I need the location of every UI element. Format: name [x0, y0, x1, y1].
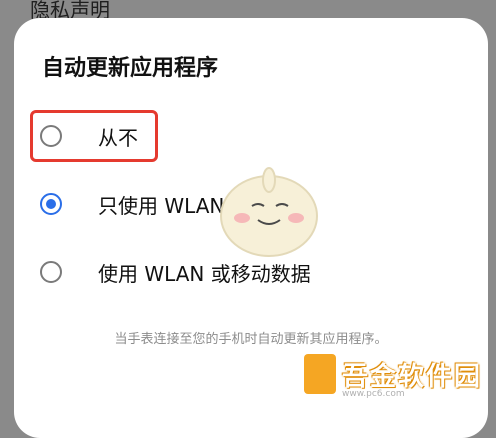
highlight-annotation-box	[30, 110, 158, 162]
mascot-sticker-icon	[220, 167, 318, 257]
radio-checked-icon[interactable]	[40, 193, 62, 215]
dialog-footnote: 当手表连接至您的手机时自动更新其应用程序。	[114, 332, 388, 347]
watermark-text: 吾金软件园	[342, 362, 483, 392]
option-wlan-only-label: 只使用 WLAN	[98, 193, 225, 218]
radio-unchecked-icon[interactable]	[40, 261, 62, 283]
watermark-logo: 吾金软件园 www.pc6.com	[300, 350, 496, 405]
dialog-title: 自动更新应用程序	[42, 56, 219, 81]
watermark-subtext: www.pc6.com	[342, 389, 405, 399]
watermark-mark-icon	[304, 354, 336, 394]
